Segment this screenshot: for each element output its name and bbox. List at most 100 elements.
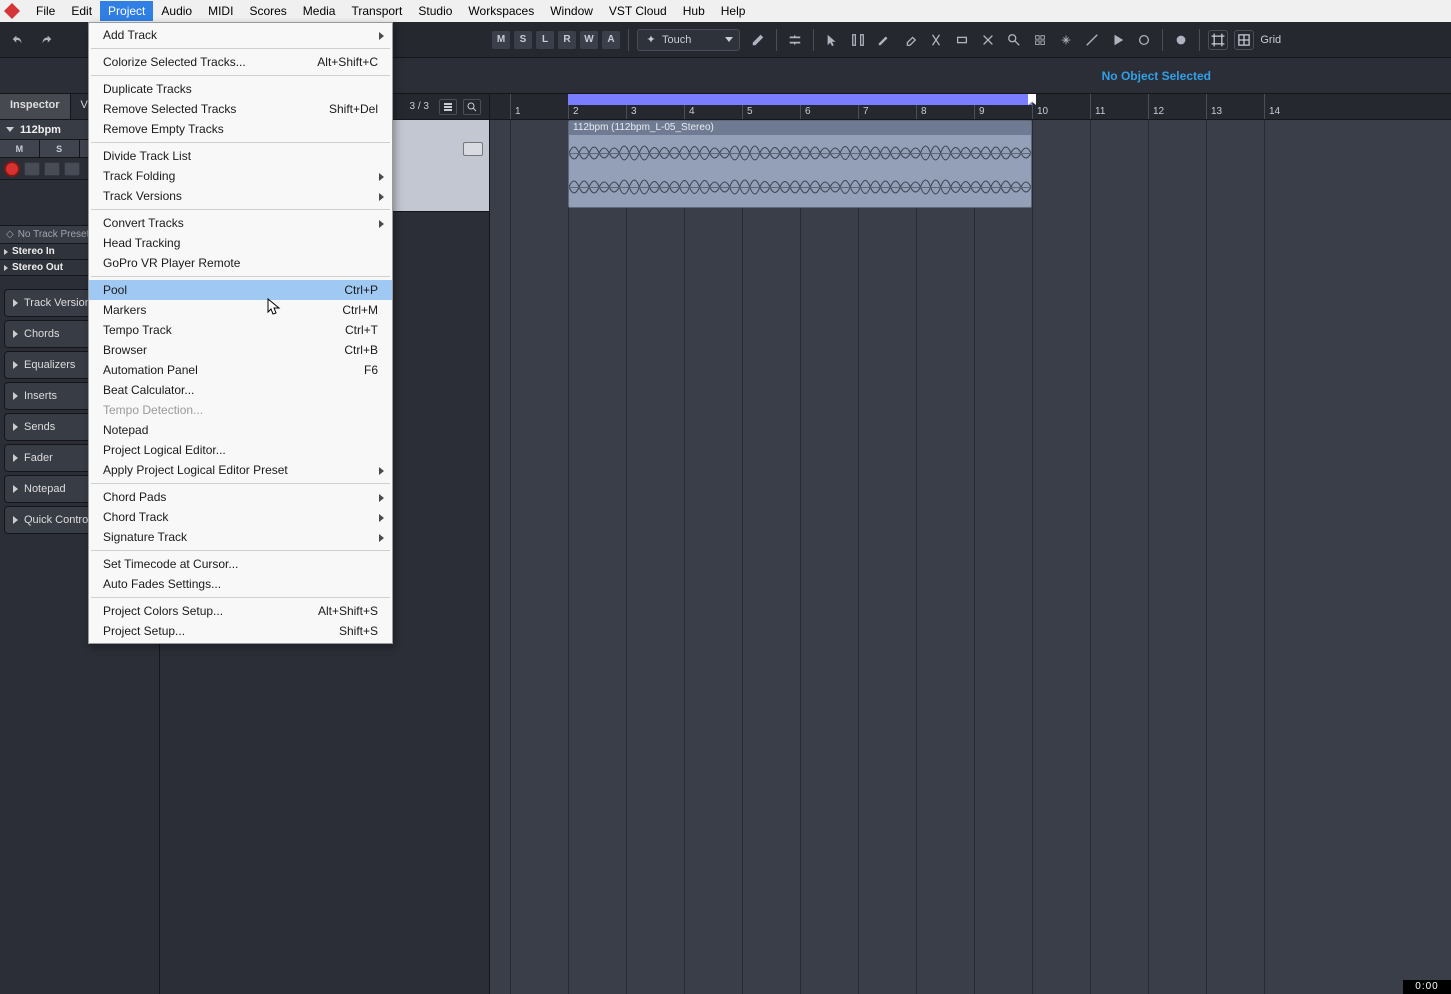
selection-status: No Object Selected [1102,69,1211,83]
w-state-button[interactable]: W [580,31,598,49]
menu-studio[interactable]: Studio [410,1,460,21]
menu-file[interactable]: File [28,1,63,21]
timeline-ruler[interactable]: 1234567891011121314 [490,94,1451,120]
menu-hub[interactable]: Hub [675,1,713,21]
menu-item-tempo-detection: Tempo Detection... [89,400,392,420]
menu-transport[interactable]: Transport [343,1,410,21]
menu-item-chord-pads[interactable]: Chord Pads [89,487,392,507]
lock-button[interactable] [64,162,80,176]
track-filter-button[interactable] [439,99,457,115]
chevron-down-icon [6,127,14,132]
m-state-button[interactable]: M [492,31,510,49]
zoom-tool[interactable] [1004,30,1024,50]
menu-item-gopro-vr-player-remote[interactable]: GoPro VR Player Remote [89,253,392,273]
undo-button[interactable] [8,30,28,50]
grid-line [1206,120,1207,994]
track-lane-button[interactable] [463,142,483,156]
menu-item-signature-track[interactable]: Signature Track [89,527,392,547]
menu-media[interactable]: Media [295,1,344,21]
split-tool[interactable] [926,30,946,50]
auto-scroll-button[interactable] [785,30,805,50]
inspector-m-button[interactable]: M [0,140,40,157]
menu-help[interactable]: Help [713,1,754,21]
a-state-button[interactable]: A [602,31,620,49]
draw-tool[interactable] [874,30,894,50]
waveform-channel-right [569,171,1031,203]
menu-midi[interactable]: MIDI [200,1,241,21]
ruler-bar[interactable]: 12 [1148,94,1206,119]
menu-item-convert-tracks[interactable]: Convert Tracks [89,213,392,233]
tab-inspector[interactable]: Inspector [0,94,71,119]
menu-workspaces[interactable]: Workspaces [460,1,542,21]
menu-item-add-track[interactable]: Add Track [89,25,392,45]
comp-tool[interactable] [1030,30,1050,50]
ruler-bar[interactable]: 13 [1206,94,1264,119]
record-enable-button[interactable] [4,161,20,177]
play-tool[interactable] [1108,30,1128,50]
line-tool[interactable] [1082,30,1102,50]
arrangement-area[interactable]: 1234567891011121314 112bpm (112bpm_L-05_… [490,94,1451,994]
menu-item-markers[interactable]: MarkersCtrl+M [89,300,392,320]
range-tool[interactable] [848,30,868,50]
menu-scores[interactable]: Scores [241,1,294,21]
ruler-bar[interactable]: 11 [1090,94,1148,119]
inspector-s-button[interactable]: S [40,140,80,157]
chevron-right-icon [379,32,384,40]
grid-line [742,120,743,994]
erase-tool[interactable] [900,30,920,50]
timewarp-tool[interactable] [1056,30,1076,50]
menu-item-track-folding[interactable]: Track Folding [89,166,392,186]
chevron-right-icon [379,534,384,542]
menu-vst-cloud[interactable]: VST Cloud [601,1,675,21]
menu-item-tempo-track[interactable]: Tempo TrackCtrl+T [89,320,392,340]
shortcut-label: Alt+Shift+S [318,604,378,618]
redo-button[interactable] [36,30,56,50]
menu-item-browser[interactable]: BrowserCtrl+B [89,340,392,360]
mute-tool[interactable] [978,30,998,50]
menu-edit[interactable]: Edit [63,1,100,21]
menu-window[interactable]: Window [542,1,601,21]
menu-project[interactable]: Project [100,1,153,21]
menu-item-duplicate-tracks[interactable]: Duplicate Tracks [89,79,392,99]
menu-item-head-tracking[interactable]: Head Tracking [89,233,392,253]
ruler-bar[interactable]: 1 [510,94,568,119]
menu-item-apply-project-logical-editor-preset[interactable]: Apply Project Logical Editor Preset [89,460,392,480]
menu-item-auto-fades-settings[interactable]: Auto Fades Settings... [89,574,392,594]
menu-item-divide-track-list[interactable]: Divide Track List [89,146,392,166]
ruler-bar[interactable]: 14 [1264,94,1322,119]
s-state-button[interactable]: S [514,31,532,49]
menu-item-remove-empty-tracks[interactable]: Remove Empty Tracks [89,119,392,139]
menu-item-project-colors-setup[interactable]: Project Colors Setup...Alt+Shift+S [89,601,392,621]
snap-type-button[interactable] [1234,30,1254,50]
color-menu-button[interactable] [1171,30,1191,50]
menu-item-project-setup[interactable]: Project Setup...Shift+S [89,621,392,641]
menu-item-pool[interactable]: PoolCtrl+P [89,280,392,300]
color-tool[interactable] [1134,30,1154,50]
snap-toggle[interactable] [1208,30,1228,50]
tool-palette [822,30,1154,50]
menu-item-track-versions[interactable]: Track Versions [89,186,392,206]
menu-item-set-timecode-at-cursor[interactable]: Set Timecode at Cursor... [89,554,392,574]
menu-item-colorize-selected-tracks[interactable]: Colorize Selected Tracks...Alt+Shift+C [89,52,392,72]
audio-clip[interactable]: 112bpm (112bpm_L-05_Stereo) [568,120,1032,208]
select-tool[interactable] [822,30,842,50]
monitor-button[interactable] [24,162,40,176]
menu-item-notepad[interactable]: Notepad [89,420,392,440]
automation-mode-label: Touch [662,34,691,46]
ruler-bar[interactable]: 10 [1032,94,1090,119]
automation-edit-button[interactable] [748,30,768,50]
glue-tool[interactable] [952,30,972,50]
cycle-range[interactable] [568,94,1032,105]
menu-item-beat-calculator[interactable]: Beat Calculator... [89,380,392,400]
track-search-button[interactable] [463,99,481,115]
menu-item-project-logical-editor[interactable]: Project Logical Editor... [89,440,392,460]
menu-item-automation-panel[interactable]: Automation PanelF6 [89,360,392,380]
r-state-button[interactable]: R [558,31,576,49]
menu-item-chord-track[interactable]: Chord Track [89,507,392,527]
menu-item-remove-selected-tracks[interactable]: Remove Selected TracksShift+Del [89,99,392,119]
menu-audio[interactable]: Audio [153,1,200,21]
l-state-button[interactable]: L [536,31,554,49]
automation-mode-select[interactable]: ✦ Touch [637,29,740,51]
grid-line [1148,120,1149,994]
freeze-button[interactable] [44,162,60,176]
